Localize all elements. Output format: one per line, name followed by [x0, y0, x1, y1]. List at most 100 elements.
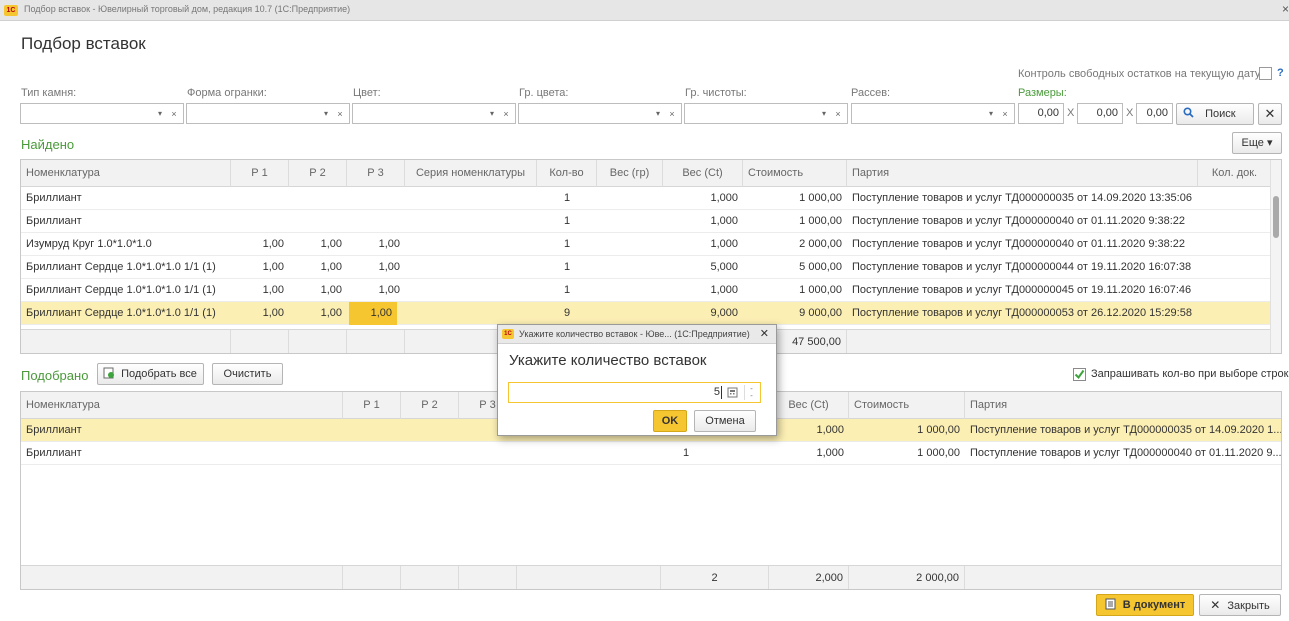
page-title: Подбор вставок [21, 34, 146, 53]
cell-ct: 1,000 [710, 284, 738, 296]
dropdown-icon[interactable]: ▾ [652, 108, 664, 120]
cell-ct: 9,000 [710, 307, 738, 319]
sieve-select[interactable]: ▾ × [851, 103, 1015, 124]
dialog-close-icon[interactable]: ✕ [760, 327, 769, 340]
cell-batch: Поступление товаров и услуг ТД000000044 … [852, 261, 1192, 273]
col-header[interactable]: Стоимость [849, 392, 965, 419]
col-header[interactable]: Вес (гр) [597, 160, 663, 187]
clear-icon[interactable]: × [666, 108, 678, 120]
found-scrollbar[interactable] [1270, 160, 1281, 353]
size1-input[interactable]: 0,00 [1018, 103, 1064, 124]
scrollbar-thumb[interactable] [1273, 196, 1279, 238]
cell-p3: 1,00 [378, 284, 400, 296]
more-button[interactable]: Еще ▾ [1232, 132, 1282, 154]
footer-cell [21, 330, 231, 353]
col-header[interactable]: Вес (Ct) [663, 160, 743, 187]
cell-name: Бриллиант Сердце 1.0*1.0*1.0 1/1 (1) [26, 284, 216, 296]
stone-type-select[interactable]: ▾ × [20, 103, 184, 124]
size2-input[interactable]: 0,00 [1077, 103, 1123, 124]
cell-ct: 1,000 [710, 192, 738, 204]
window-close-icon[interactable]: × [1282, 2, 1289, 16]
col-header[interactable]: Партия [965, 392, 1281, 419]
dropdown-icon[interactable]: ▾ [320, 108, 332, 120]
col-header[interactable]: Р 2 [401, 392, 459, 419]
clear-icon[interactable]: × [999, 108, 1011, 120]
stepper-icon[interactable]: -- [744, 385, 758, 400]
close-button[interactable]: ✕ Закрыть [1199, 594, 1281, 616]
table-row-selected[interactable]: Бриллиант Сердце 1.0*1.0*1.0 1/1 (1) 1,0… [21, 302, 1281, 325]
col-header[interactable]: Вес (Ct) [769, 392, 849, 419]
quantity-input[interactable]: 5 -- [508, 382, 761, 403]
cell-p2: 1,00 [320, 238, 342, 250]
cell-cost: 1 000,00 [799, 284, 842, 296]
clear-icon[interactable]: × [500, 108, 512, 120]
search-button[interactable]: Поиск [1176, 103, 1254, 125]
cell-name: Бриллиант Сердце 1.0*1.0*1.0 1/1 (1) [26, 307, 216, 319]
size-sep: X [1126, 107, 1134, 119]
help-icon[interactable]: ? [1277, 67, 1284, 79]
ok-button[interactable]: OK [653, 410, 687, 432]
cell-p3: 1,00 [378, 238, 400, 250]
cell-name: Бриллиант Сердце 1.0*1.0*1.0 1/1 (1) [26, 261, 216, 273]
picked-table-footer: 2 2,000 2 000,00 [21, 565, 1281, 589]
color-select[interactable]: ▾ × [352, 103, 516, 124]
cell-batch: Поступление товаров и услуг ТД000000040 … [852, 215, 1186, 227]
col-header[interactable]: Партия [847, 160, 1198, 187]
close-icon: ✕ [1210, 598, 1221, 612]
sizes-label: Размеры: [1018, 87, 1067, 99]
cell-p3-focused[interactable]: 1,00 [349, 302, 397, 325]
col-header[interactable]: Кол-во [537, 160, 597, 187]
found-table-header: Номенклатура Р 1 Р 2 Р 3 Серия номенклат… [21, 160, 1281, 187]
table-row[interactable]: Бриллиант 1 1,000 1 000,00 Поступление т… [21, 187, 1281, 210]
table-row[interactable]: Бриллиант 1 1,000 1 000,00 Поступление т… [21, 210, 1281, 233]
pick-all-icon [103, 367, 114, 379]
color-group-select[interactable]: ▾ × [518, 103, 682, 124]
ask-qty-label: Запрашивать кол-во при выборе строки [1091, 368, 1289, 380]
table-row[interactable]: Бриллиант 1 1,000 1 000,00 Поступление т… [21, 442, 1281, 465]
stone-type-label: Тип камня: [21, 87, 77, 99]
cell-cost: 5 000,00 [799, 261, 842, 273]
dropdown-icon[interactable]: ▾ [154, 108, 166, 120]
col-header[interactable]: Р 3 [347, 160, 405, 187]
table-row[interactable]: Изумруд Круг 1.0*1.0*1.0 1,00 1,00 1,00 … [21, 233, 1281, 256]
calculator-icon[interactable] [727, 387, 738, 398]
dropdown-icon[interactable]: ▾ [818, 108, 830, 120]
control-stock-checkbox[interactable] [1259, 67, 1272, 80]
cell-batch: Поступление товаров и услуг ТД000000035 … [852, 192, 1192, 204]
cell-cost: 1 000,00 [799, 192, 842, 204]
clear-icon[interactable]: × [832, 108, 844, 120]
col-header[interactable]: Р 1 [343, 392, 401, 419]
col-header[interactable]: Р 1 [231, 160, 289, 187]
cancel-button[interactable]: Отмена [694, 410, 756, 432]
cell-cost: 1 000,00 [917, 424, 960, 436]
cell-p1: 1,00 [262, 238, 284, 250]
table-row[interactable]: Бриллиант Сердце 1.0*1.0*1.0 1/1 (1) 1,0… [21, 279, 1281, 302]
cell-batch: Поступление товаров и услуг ТД000000045 … [852, 284, 1192, 296]
clear-filters-button[interactable]: ✕ [1258, 103, 1282, 125]
clear-icon[interactable]: × [168, 108, 180, 120]
footer-cell [231, 330, 289, 353]
size3-input[interactable]: 0,00 [1136, 103, 1173, 124]
clear-button[interactable]: Очистить [212, 363, 283, 385]
dropdown-icon[interactable]: ▾ [985, 108, 997, 120]
dropdown-icon[interactable]: ▾ [486, 108, 498, 120]
col-header[interactable]: Стоимость [743, 160, 847, 187]
cell-cost: 9 000,00 [799, 307, 842, 319]
col-header[interactable]: Номенклатура [21, 160, 231, 187]
footer-cell [517, 566, 661, 589]
clear-icon[interactable]: × [334, 108, 346, 120]
col-header[interactable]: Серия номенклатуры [405, 160, 537, 187]
cut-form-select[interactable]: ▾ × [186, 103, 350, 124]
purity-group-select[interactable]: ▾ × [684, 103, 848, 124]
ask-qty-checkbox[interactable] [1073, 368, 1086, 381]
pick-all-button[interactable]: Подобрать все [97, 363, 204, 385]
footer-cell [21, 566, 343, 589]
window-title: Подбор вставок - Ювелирный торговый дом,… [24, 4, 351, 14]
col-header[interactable]: Р 2 [289, 160, 347, 187]
cell-cost: 1 000,00 [917, 447, 960, 459]
col-header[interactable]: Номенклатура [21, 392, 343, 419]
table-row[interactable]: Бриллиант Сердце 1.0*1.0*1.0 1/1 (1) 1,0… [21, 256, 1281, 279]
col-header[interactable]: Кол. док. [1198, 160, 1272, 187]
cell-batch: Поступление товаров и услуг ТД000000053 … [852, 307, 1192, 319]
to-document-button[interactable]: В документ [1096, 594, 1194, 616]
